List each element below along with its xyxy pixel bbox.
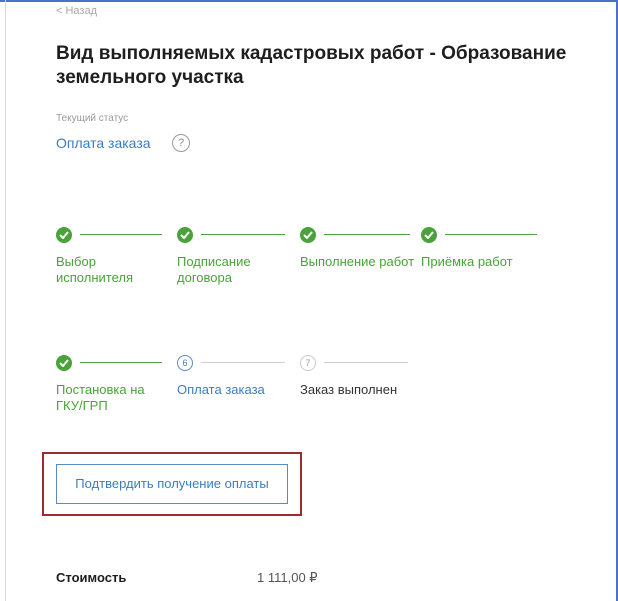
step-connector — [324, 362, 408, 363]
status-value: Оплата заказа — [56, 135, 151, 151]
status-caption: Текущий статус — [56, 113, 129, 124]
page-title: Вид выполняемых кадастровых работ - Обра… — [56, 43, 567, 88]
check-icon — [177, 227, 193, 243]
check-icon — [421, 227, 437, 243]
check-icon — [56, 227, 72, 243]
step-label: Выполнение работ — [300, 254, 415, 269]
check-icon — [56, 355, 72, 371]
step-connector — [201, 234, 285, 235]
back-link[interactable]: < Назад — [56, 5, 97, 17]
step-label: Заказ выполнен — [300, 382, 398, 397]
step-connector — [80, 234, 162, 235]
step-connector — [80, 362, 162, 363]
step-label: Постановка на ГКУ/ГРП — [56, 382, 145, 413]
confirm-payment-button[interactable]: Подтвердить получение оплаты — [56, 464, 288, 504]
window-top-border — [0, 0, 618, 2]
step-label: Приёмка работ — [421, 254, 513, 269]
step-number-badge: 7 — [300, 355, 316, 371]
step-connector — [445, 234, 537, 235]
help-icon[interactable]: ? — [172, 134, 190, 152]
window-left-border — [5, 0, 6, 601]
step-label: Подписание договора — [177, 254, 251, 285]
step-label: Выбор исполнителя — [56, 254, 134, 285]
step-label: Оплата заказа — [177, 382, 265, 397]
cost-value: 1 111,00 ₽ — [257, 570, 318, 585]
step-connector — [201, 362, 285, 363]
step-connector — [324, 234, 410, 235]
cost-label: Стоимость — [56, 570, 127, 585]
check-icon — [300, 227, 316, 243]
step-number-badge: 6 — [177, 355, 193, 371]
